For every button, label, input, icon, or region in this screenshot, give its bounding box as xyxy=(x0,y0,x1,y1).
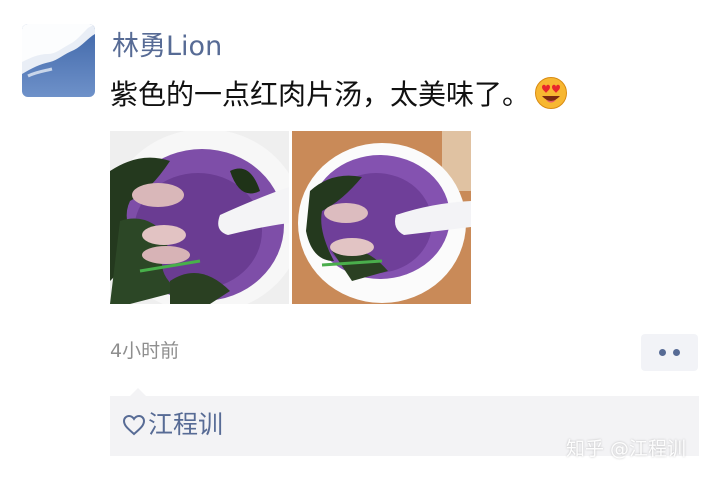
post-content: 紫色的一点红肉片汤，太美味了。 xyxy=(110,76,568,114)
soup-photo-image xyxy=(110,131,289,304)
watermark: 知乎 @江程训 xyxy=(566,438,687,460)
like-row: 江程训 xyxy=(122,409,223,441)
username-link[interactable]: 林勇Lion xyxy=(112,30,222,64)
liker-name-link[interactable]: 江程训 xyxy=(148,409,223,441)
heart-eyes-emoji-icon xyxy=(534,76,568,110)
post-photo-1[interactable] xyxy=(110,131,289,304)
post-photo-2[interactable] xyxy=(292,131,471,304)
comment-more-button[interactable] xyxy=(641,334,698,371)
more-dot-icon xyxy=(659,349,666,356)
more-dot-icon xyxy=(673,349,680,356)
post-text: 紫色的一点红肉片汤，太美味了。 xyxy=(110,78,531,111)
avatar-sky-image xyxy=(22,24,95,97)
soup-photo-image xyxy=(292,131,471,304)
avatar[interactable] xyxy=(22,24,95,97)
post-timestamp: 4小时前 xyxy=(110,340,180,362)
heart-outline-icon xyxy=(122,414,146,436)
